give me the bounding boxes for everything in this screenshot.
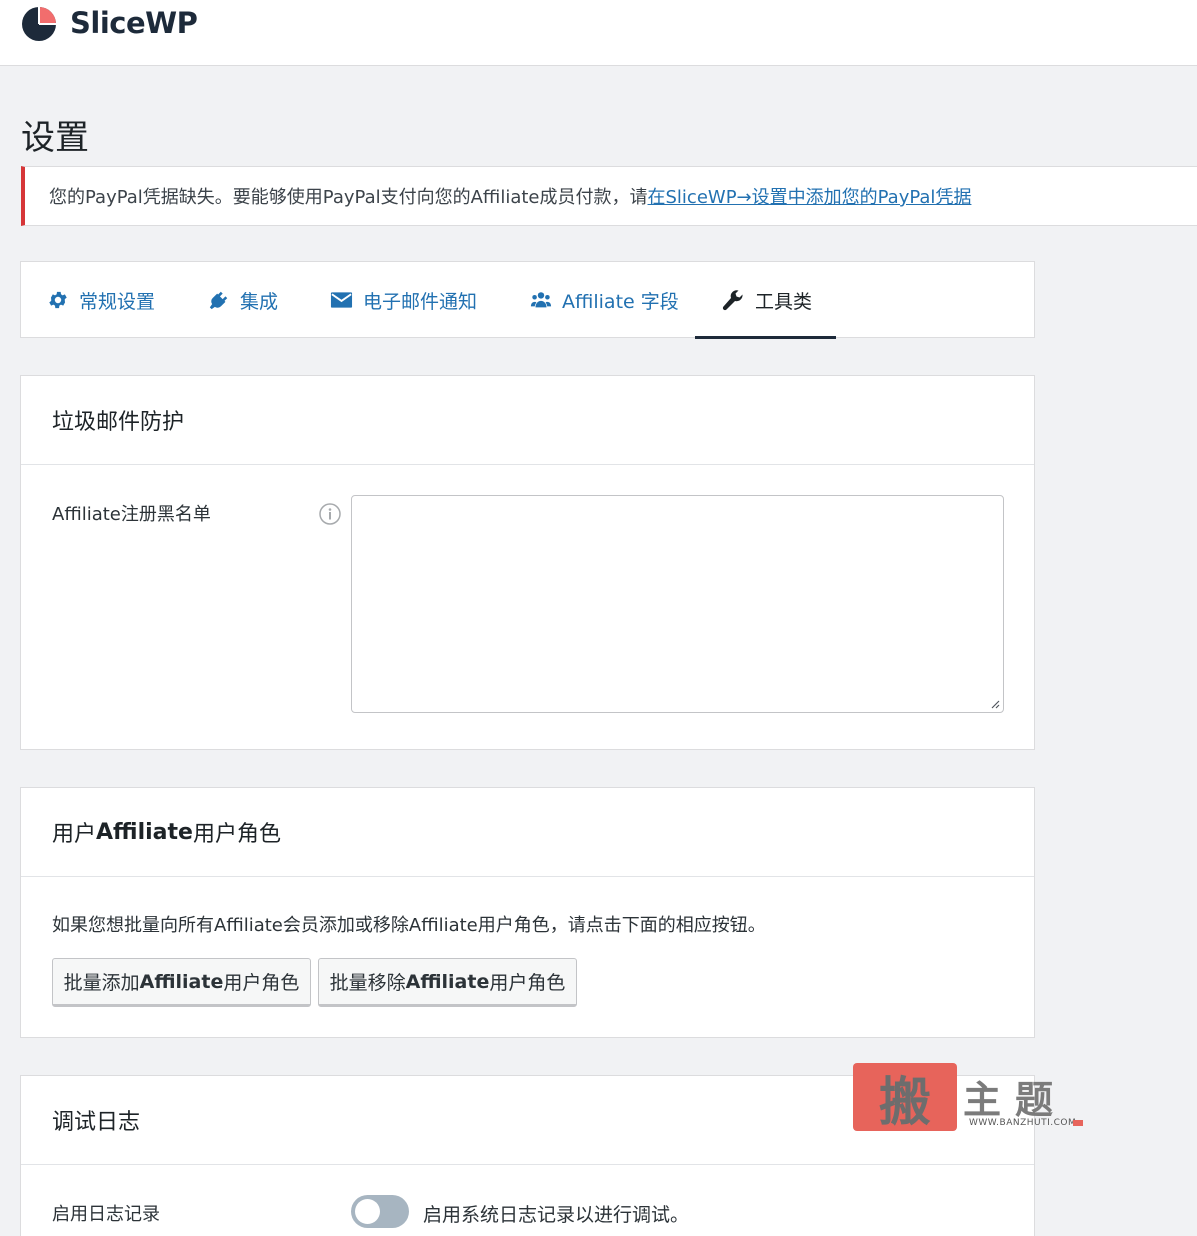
tab-label: Affiliate 字段 — [562, 290, 679, 313]
button-text: 批量移除 — [329, 972, 406, 994]
blacklist-textarea[interactable] — [351, 495, 1004, 713]
user-roles-description: 如果您想批量向所有Affiliate会员添加或移除Affiliate用户角色，请… — [52, 915, 766, 936]
envelope-icon — [330, 292, 353, 308]
bulk-add-role-button[interactable]: 批量添加 Affiliate 用户角色 — [52, 958, 311, 1007]
spam-protection-heading: 垃圾邮件防护 — [21, 376, 1034, 465]
slicewp-logo-icon — [22, 7, 56, 41]
button-text-bold: Affiliate — [405, 970, 490, 993]
user-roles-heading: 用户 Affiliate 用户角色 — [21, 788, 1034, 877]
heading-part: 用户角色 — [192, 822, 281, 847]
user-roles-card: 用户 Affiliate 用户角色 如果您想批量向所有Affiliate会员添加或移… — [20, 787, 1035, 1038]
tab-general[interactable]: 常规设置 — [47, 262, 155, 338]
bulk-remove-role-button[interactable]: 批量移除 Affiliate 用户角色 — [318, 958, 577, 1007]
watermark-text: 主题 — [963, 1077, 1068, 1122]
watermark: 搬 主题 WWW.BANZHUTI.COM — [853, 1063, 1085, 1133]
watermark-seal: 搬 — [853, 1063, 957, 1133]
watermark-dot — [1073, 1120, 1083, 1126]
tab-email-notifications[interactable]: 电子邮件通知 — [330, 262, 477, 338]
button-text: 用户角色 — [223, 972, 300, 994]
tab-label: 集成 — [240, 290, 279, 313]
tab-affiliate-fields[interactable]: Affiliate 字段 — [530, 262, 679, 338]
notice-link[interactable]: 在SliceWP→设置中添加您的PayPal凭据 — [648, 183, 972, 209]
button-text-bold: Affiliate — [139, 970, 224, 993]
resize-handle-icon[interactable] — [990, 699, 1000, 709]
users-icon — [530, 292, 552, 308]
brand-name: SliceWP — [70, 6, 198, 40]
blacklist-label: Affiliate注册黑名单 — [52, 504, 211, 525]
paypal-notice: 您的PayPal凭据缺失。要能够使用PayPal支付向您的Affiliate成员… — [21, 166, 1197, 226]
tab-tools[interactable]: 工具类 — [694, 262, 837, 339]
spam-protection-card: 垃圾邮件防护 Affiliate注册黑名单 — [20, 375, 1035, 750]
settings-tabs: 常规设置 集成 电子邮件通知 Affiliate 字段 工具类 — [20, 261, 1035, 339]
wrench-icon — [722, 290, 743, 311]
heading-part-bold: Affiliate — [96, 819, 193, 845]
tab-label: 电子邮件通知 — [363, 290, 478, 313]
enable-logging-toggle[interactable] — [351, 1195, 409, 1228]
info-icon[interactable] — [319, 503, 341, 525]
tab-label: 工具类 — [755, 290, 813, 313]
watermark-seal-char: 搬 — [878, 1071, 931, 1133]
button-text: 用户角色 — [489, 972, 566, 994]
toggle-knob — [355, 1199, 380, 1224]
button-text: 批量添加 — [63, 972, 140, 994]
enable-logging-label: 启用日志记录 — [52, 1204, 160, 1225]
plug-icon — [209, 291, 228, 310]
notice-text: 您的PayPal凭据缺失。要能够使用PayPal支付向您的Affiliate成员… — [49, 187, 648, 208]
enable-logging-description: 启用系统日志记录以进行调试。 — [423, 1204, 690, 1226]
page-title: 设置 — [21, 118, 89, 158]
tab-label: 常规设置 — [79, 290, 156, 313]
tab-integrations[interactable]: 集成 — [208, 262, 278, 338]
watermark-url: WWW.BANZHUTI.COM — [969, 1118, 1077, 1128]
logo[interactable]: SliceWP — [20, 4, 198, 42]
gear-icon — [49, 291, 67, 309]
heading-part: 用户 — [52, 822, 97, 847]
top-bar: SliceWP — [0, 0, 1197, 66]
